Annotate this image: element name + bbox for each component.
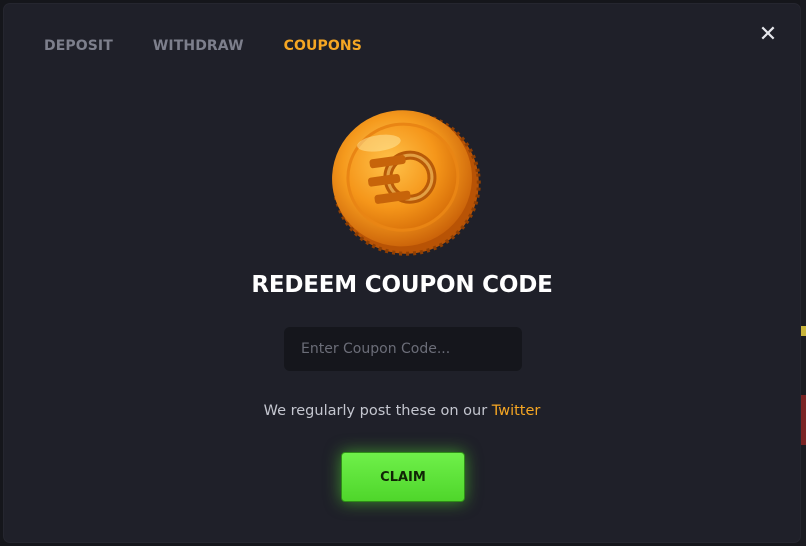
tab-coupons[interactable]: COUPONS (284, 37, 362, 55)
coupon-modal: DEPOSIT WITHDRAW COUPONS ✕ REDEEM COUPON… (4, 4, 800, 542)
background-accent (800, 395, 806, 445)
claim-button[interactable]: CLAIM (341, 452, 465, 502)
coupon-code-input[interactable] (284, 327, 522, 371)
modal-tabs: DEPOSIT WITHDRAW COUPONS (44, 37, 362, 55)
close-icon[interactable]: ✕ (758, 24, 778, 46)
coin-icon (332, 110, 481, 256)
background-page (800, 0, 806, 546)
note-text: We regularly post these on our (263, 403, 492, 419)
tab-deposit[interactable]: DEPOSIT (44, 37, 113, 55)
twitter-note: We regularly post these on our Twitter (4, 403, 800, 419)
tab-withdraw[interactable]: WITHDRAW (153, 37, 244, 55)
background-accent (800, 326, 806, 336)
page-title: REDEEM COUPON CODE (251, 272, 553, 298)
twitter-link[interactable]: Twitter (492, 403, 541, 419)
